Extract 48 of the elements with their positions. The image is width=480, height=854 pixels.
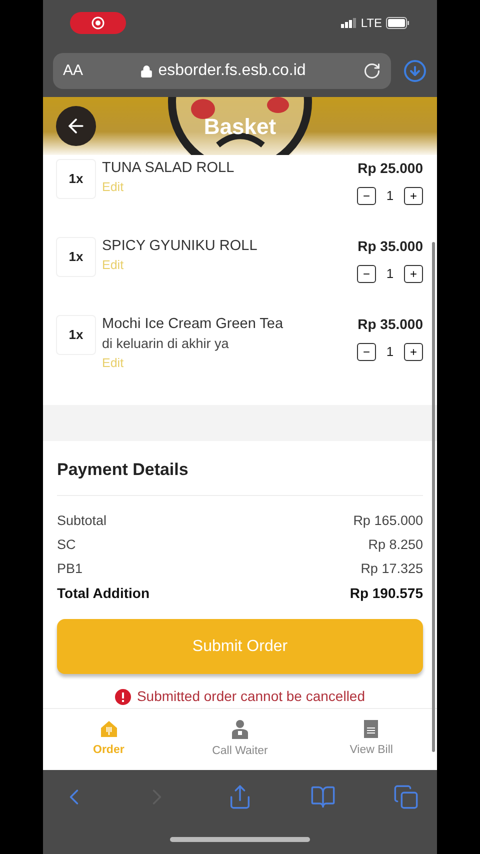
summary-label: Subtotal — [57, 512, 107, 530]
battery-icon — [386, 16, 410, 28]
page-title: Basket — [204, 112, 276, 140]
summary-label: Total Addition — [57, 584, 150, 604]
item-name: Mochi Ice Cream Green Tea — [102, 315, 284, 334]
address-bar[interactable]: AA esborder.fs.esb.co.id — [53, 53, 391, 89]
waiter-icon — [230, 718, 249, 739]
reload-icon[interactable] — [363, 62, 381, 80]
book-icon[interactable] — [310, 784, 336, 810]
url-text: esborder.fs.esb.co.id — [158, 61, 306, 81]
summary-label: SC — [57, 536, 76, 554]
text-size-button[interactable]: AA — [63, 60, 84, 82]
download-icon[interactable] — [403, 59, 427, 83]
warning-text: Submitted order cannot be cancelled — [136, 687, 366, 706]
house-icon — [100, 720, 118, 738]
increase-button[interactable]: + — [404, 186, 423, 205]
summary-label: PB1 — [57, 560, 83, 578]
count-badge: 1x — [56, 159, 96, 199]
summary-value: Rp 190.575 — [350, 584, 423, 604]
decrease-button[interactable]: − — [357, 186, 376, 205]
signal-icon — [340, 18, 357, 28]
summary-value: Rp 165.000 — [353, 512, 423, 530]
decrease-button[interactable]: − — [357, 342, 376, 361]
lock-icon — [140, 64, 154, 78]
decrease-button[interactable]: − — [357, 264, 376, 283]
summary-value: Rp 17.325 — [360, 560, 423, 578]
section-title: Payment Details — [57, 457, 423, 496]
increase-button[interactable]: + — [404, 342, 423, 361]
quantity-value: 1 — [385, 187, 395, 205]
quantity-value: 1 — [385, 343, 395, 361]
nav-tab[interactable]: View Bill — [306, 720, 437, 760]
nav-tab[interactable]: Call Waiter — [174, 718, 306, 760]
item-name: SPICY GYUNIKU ROLL — [102, 237, 258, 256]
summary-value: Rp 8.250 — [368, 536, 423, 554]
count-badge: 1x — [56, 315, 96, 355]
item-price: Rp 25.000 — [358, 159, 423, 178]
quantity-value: 1 — [385, 265, 395, 283]
receipt-icon — [364, 720, 378, 738]
increase-button[interactable]: + — [404, 264, 423, 283]
item-price: Rp 35.000 — [358, 315, 423, 334]
tabs-icon[interactable] — [393, 784, 419, 810]
item-note: di keluarin di akhir ya — [102, 335, 230, 353]
count-badge: 1x — [56, 237, 96, 277]
recording-indicator — [70, 12, 126, 34]
item-name: TUNA SALAD ROLL — [102, 159, 236, 178]
item-price: Rp 35.000 — [358, 237, 423, 256]
network-label: LTE — [360, 14, 382, 32]
error-icon — [114, 688, 131, 705]
